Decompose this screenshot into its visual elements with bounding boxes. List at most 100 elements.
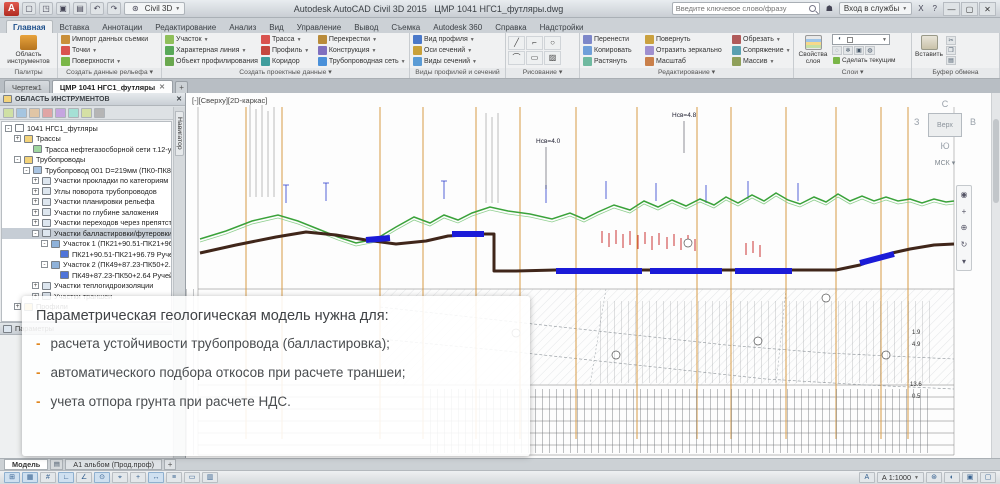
otrack-toggle[interactable]: ⌖ bbox=[112, 472, 128, 483]
sample-lines-button[interactable]: Оси сечений▼ bbox=[412, 45, 478, 56]
tool-icon-2[interactable] bbox=[16, 108, 27, 118]
infer-constraints-toggle[interactable]: ⊞ bbox=[4, 472, 20, 483]
open-icon[interactable]: ◳ bbox=[39, 2, 53, 15]
trim-button[interactable]: Обрезать▼ bbox=[731, 34, 791, 45]
close-button[interactable]: ✕ bbox=[979, 2, 996, 16]
pipeline-line[interactable] bbox=[200, 232, 954, 271]
tree-item-pipeline-001[interactable]: -Трубопровод 001 D=219мм (ПК0-ПК85+2.58) bbox=[2, 165, 171, 176]
new-drawing-tab-button[interactable]: + bbox=[175, 81, 188, 93]
maximize-button[interactable]: ▢ bbox=[961, 2, 978, 16]
minimize-button[interactable]: — bbox=[943, 2, 960, 16]
tool-icon-5[interactable] bbox=[55, 108, 66, 118]
annotation-visibility-toggle[interactable]: А bbox=[859, 472, 875, 483]
file-tab-drawing1[interactable]: Чертеж1 bbox=[4, 80, 50, 93]
exchange-apps-icon[interactable]: X bbox=[915, 4, 926, 13]
tab-view[interactable]: Вид bbox=[263, 21, 289, 33]
tab-home[interactable]: Главная bbox=[6, 20, 53, 33]
pan-icon[interactable]: + bbox=[962, 207, 967, 216]
profile-button[interactable]: Профиль▼ bbox=[260, 45, 315, 56]
showmotion-icon[interactable]: ▾ bbox=[962, 257, 966, 266]
layer-freeze-icon[interactable]: ❄ bbox=[843, 46, 853, 55]
polar-toggle[interactable]: ∠ bbox=[76, 472, 92, 483]
viewcube[interactable]: С З Верх В Ю МСК ▾ bbox=[914, 99, 976, 185]
tab-modify[interactable]: Редактирование bbox=[149, 21, 222, 33]
help-icon[interactable]: ? bbox=[930, 4, 940, 13]
viewport-controls-label[interactable]: [-][Сверху][2D-каркас] bbox=[192, 96, 267, 105]
quick-properties-toggle[interactable]: ▥ bbox=[202, 472, 218, 483]
panel-label[interactable]: Создать проектные данные ▾ bbox=[162, 68, 409, 78]
panel-label[interactable]: Слои ▾ bbox=[794, 68, 911, 78]
panel-label[interactable]: Буфер обмена bbox=[912, 68, 999, 78]
layer-lock-icon[interactable]: ▣ bbox=[854, 46, 864, 55]
tree-item-ballast-1[interactable]: -Участок 1 (ПК21+90.51-ПК21+96.79) bbox=[2, 239, 171, 250]
tree-item-grading-areas[interactable]: +Участки планировки рельефа bbox=[2, 197, 171, 208]
tool-icon-6[interactable] bbox=[68, 108, 79, 118]
panel-label[interactable]: Рисование ▾ bbox=[506, 68, 579, 78]
hardware-accel-icon[interactable]: ▣ bbox=[962, 472, 978, 483]
file-tab-current[interactable]: ЦМР 1041 НГС1_футляры✕ bbox=[52, 80, 173, 93]
corridor-button[interactable]: Коридор bbox=[260, 56, 315, 67]
plot-icon[interactable]: ▤ bbox=[73, 2, 87, 15]
match-properties-icon[interactable]: ▤ bbox=[946, 56, 956, 65]
panel-label[interactable]: Виды профилей и сечений bbox=[410, 68, 505, 78]
tree-item-bend-angles[interactable]: +Углы поворота трубопроводов bbox=[2, 186, 171, 197]
tree-item-alignments[interactable]: +Трассы bbox=[2, 134, 171, 145]
tab-autodesk360[interactable]: Autodesk 360 bbox=[427, 21, 488, 33]
tool-icon-8[interactable] bbox=[94, 108, 105, 118]
tab-help[interactable]: Справка bbox=[489, 21, 532, 33]
tree-item-lay-categories[interactable]: +Участки прокладки по категориям bbox=[2, 176, 171, 187]
grid-toggle[interactable]: # bbox=[40, 472, 56, 483]
dynamic-ucs-toggle[interactable]: + bbox=[130, 472, 146, 483]
tree-item-ballast-1-creek[interactable]: ПК21+90.51-ПК21+96.79 Ручей bbox=[2, 249, 171, 260]
line-tool[interactable]: ╱ bbox=[508, 36, 525, 50]
viewcube-west[interactable]: З bbox=[914, 117, 919, 127]
model-tab[interactable]: Модель bbox=[4, 459, 48, 470]
signin-dropdown[interactable]: Вход в службы ▼ bbox=[839, 2, 912, 15]
tab-survey[interactable]: Съемка bbox=[385, 21, 426, 33]
steering-wheel-icon[interactable]: ◉ bbox=[961, 190, 968, 199]
arc-tool[interactable]: ⌒ bbox=[508, 51, 525, 65]
viewcube-north[interactable]: С bbox=[914, 99, 976, 109]
layer-off-icon[interactable]: ◌ bbox=[832, 46, 842, 55]
new-layout-button[interactable]: + bbox=[164, 459, 176, 470]
tool-icon-3[interactable] bbox=[29, 108, 40, 118]
circle-tool[interactable]: ○ bbox=[544, 36, 561, 50]
surfaces-button[interactable]: Поверхности▼ bbox=[60, 56, 149, 67]
viewcube-east[interactable]: В bbox=[970, 117, 976, 127]
osnap-toggle[interactable]: ⊙ bbox=[94, 472, 110, 483]
cut-icon[interactable]: ✂ bbox=[946, 36, 956, 45]
layout-list-icon[interactable]: ▤ bbox=[50, 459, 63, 470]
parcel-button[interactable]: Участок▼ bbox=[164, 34, 258, 45]
hatch-tool[interactable]: ▨ bbox=[544, 51, 561, 65]
panel-label[interactable]: Редактирование ▾ bbox=[580, 68, 793, 78]
tree-item-alignment[interactable]: Трасса нефтегазосборной сети т.12-уз.2 bbox=[2, 144, 171, 155]
layer-properties-button[interactable]: Свойства слоя bbox=[796, 34, 830, 65]
stretch-button[interactable]: Растянуть bbox=[582, 56, 642, 67]
copy-button[interactable]: Копировать bbox=[582, 45, 642, 56]
new-icon[interactable]: ▢ bbox=[22, 2, 36, 15]
scale-button[interactable]: Масштаб bbox=[644, 56, 729, 67]
clean-screen-icon[interactable]: ▢ bbox=[980, 472, 996, 483]
workspace-dropdown[interactable]: ⊛ Civil 3D ▼ bbox=[124, 2, 185, 15]
tab-output[interactable]: Вывод bbox=[348, 21, 384, 33]
undo-icon[interactable]: ↶ bbox=[90, 2, 104, 15]
toolspace-close-icon[interactable]: ✕ bbox=[176, 95, 182, 103]
mirror-button[interactable]: Отразить зеркально bbox=[644, 45, 729, 56]
prospector-side-tab[interactable]: Навигатор bbox=[175, 111, 184, 156]
rectangle-tool[interactable]: ▭ bbox=[526, 51, 543, 65]
tree-item-ballast-2-creek[interactable]: ПК49+87.23-ПК50+2.64 Ручей bbox=[2, 270, 171, 281]
tree-item-depth-areas[interactable]: +Участки по глубине заложения bbox=[2, 207, 171, 218]
feature-line-button[interactable]: Характерная линия▼ bbox=[164, 45, 258, 56]
assembly-button[interactable]: Конструкция▼ bbox=[317, 45, 407, 56]
search-input[interactable] bbox=[676, 4, 806, 13]
tool-icon-7[interactable] bbox=[81, 108, 92, 118]
tab-analyze[interactable]: Анализ bbox=[223, 21, 262, 33]
help-search[interactable] bbox=[672, 2, 820, 15]
lineweight-toggle[interactable]: ≡ bbox=[166, 472, 182, 483]
array-button[interactable]: Массив▼ bbox=[731, 56, 791, 67]
polyline-tool[interactable]: ⌐ bbox=[526, 36, 543, 50]
alignment-button[interactable]: Трасса▼ bbox=[260, 34, 315, 45]
tree-item-insulation[interactable]: +Участки теплогидроизоляции bbox=[2, 281, 171, 292]
tab-insert[interactable]: Вставка bbox=[54, 21, 96, 33]
viewcube-top-face[interactable]: Верх bbox=[928, 113, 962, 137]
